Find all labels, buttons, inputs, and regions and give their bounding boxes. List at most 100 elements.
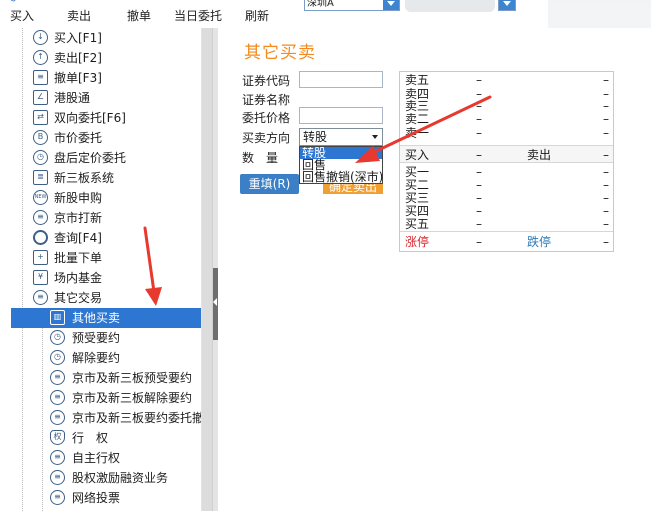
after-hours-icon: ◷ [33,150,48,165]
account-select[interactable] [498,0,516,11]
cancel-order-icon: ≡ [33,70,48,85]
sidebar-item-label: 撤单[F3] [54,71,102,85]
price-input[interactable] [299,107,383,124]
market-select-value: 深圳A [307,0,334,9]
direction-dropdown: 转股 回售 回售撤销(深市) [299,146,383,184]
sidebar-item-hk-connect[interactable]: ∠ 港股通 [30,88,201,108]
sidebar-item-other-trade[interactable]: ≡ 其它交易 [30,288,201,308]
sidebar-item-label: 市价委托 [54,131,103,145]
quote-volume: – [603,73,609,87]
refresh-button[interactable]: 刷新 [245,7,269,24]
quote-price: – [476,178,482,192]
name-label: 证券名称 [242,93,291,107]
quote-label: 卖五 [405,73,430,87]
neeq-icon: ≣ [33,170,48,185]
quote-volume: – [603,165,609,179]
sidebar-item-query[interactable]: 查询[F4] [30,228,201,248]
buy-value: – [476,148,482,162]
sidebar-item-online-voting[interactable]: ≡ 网络投票 [50,488,201,508]
market-select[interactable]: 深圳A [304,0,400,11]
other-trade-icon: ≡ [33,290,48,305]
sidebar-item-label: 股权激励融资业务 [72,471,169,485]
code-label: 证券代码 [242,74,291,88]
quote-row-sell2: 卖二 – – [400,113,613,125]
clock-icon: ◷ [50,350,65,365]
limit-down-label: 跌停 [527,235,552,249]
sidebar-item-label: 批量下单 [54,251,103,265]
sidebar-item-label: 网络投票 [72,491,121,505]
sidebar-item-label: 卖出[F2] [54,51,102,65]
quote-row-sell1: 卖一 – – [400,127,613,139]
sidebar-item-neeq[interactable]: ≣ 新三板系统 [30,168,201,188]
list-icon: ≡ [50,470,65,485]
sidebar-item-sell[interactable]: ↑ 卖出[F2] [30,48,201,68]
fund-icon: ¥ [33,270,48,285]
sidebar-item-market-order[interactable]: B 市价委托 [30,128,201,148]
quote-price: – [476,204,482,218]
sidebar-item-fund[interactable]: ¥ 场内基金 [30,268,201,288]
sidebar-item-beijing-ipo[interactable]: ≡ 京市打新 [30,208,201,228]
sidebar-item-bj-tender-offer[interactable]: ≡ 京市及新三板预受要约 [50,368,201,388]
quote-volume: – [603,99,609,113]
sidebar-item-batch-order[interactable]: + 批量下单 [30,248,201,268]
quote-row-sell4: 卖四 – – [400,88,613,100]
code-input[interactable] [299,71,383,88]
direction-select-value: 转股 [303,130,328,144]
sidebar-item-label: 京市及新三板解除要约 [72,391,193,405]
chevron-down-icon [383,0,399,10]
direction-select[interactable]: 转股 [299,128,383,146]
sidebar-item-label: 新股申购 [54,191,103,205]
sidebar-item-label: 京市及新三板预受要约 [72,371,193,385]
sell-header: 卖出 [527,148,552,162]
sidebar-item-tender-offer[interactable]: ◷ 预受要约 [50,328,201,348]
sidebar-item-label: 买入[F1] [54,31,102,45]
buy-button[interactable]: 买入 [10,7,34,24]
sidebar-item-bj-cancel-offer[interactable]: ≡ 京市及新三板解除要约 [50,388,201,408]
quote-label: 卖三 [405,99,430,113]
sidebar-item-cancel[interactable]: ≡ 撤单[F3] [30,68,201,88]
buy-icon: ↓ [33,30,48,45]
sidebar-item-label: 解除要约 [72,351,121,365]
quote-volume: – [603,112,609,126]
sidebar-item-exercise[interactable]: 权 行 权 [50,428,201,448]
quote-row-buy2: 买二 – – [400,179,613,191]
today-orders-button[interactable]: 当日委托 [174,7,222,24]
sidebar-item-other-buy-sell[interactable]: ▥ 其他买卖 [11,308,201,328]
sidebar-item-after-hours[interactable]: ◷ 盘后定价委托 [30,148,201,168]
sidebar-item-label: 行 权 [72,431,109,445]
quote-volume: – [603,178,609,192]
sidebar-item-buy[interactable]: ↓ 买入[F1] [30,28,201,48]
limit-up-value: – [476,235,482,249]
sidebar-item-label: 场内基金 [54,271,103,285]
buy-header: 买入 [405,148,430,162]
list-icon: ≡ [50,410,65,425]
quote-price: – [476,112,482,126]
sell-icon: ↑ [33,50,48,65]
sidebar-item-cancel-offer[interactable]: ◷ 解除要约 [50,348,201,368]
sell-button[interactable]: 卖出 [67,7,91,24]
sidebar-item-equity-incentive[interactable]: ≡ 股权激励融资业务 [50,468,201,488]
sidebar-item-label: 京市及新三板要约委托撤 [72,411,201,425]
sidebar-item-ipo[interactable]: NEW 新股申购 [30,188,201,208]
price-label: 委托价格 [242,111,291,125]
quote-row-sell5: 卖五 – – [400,74,613,86]
quote-buy-sell-header: 买入 – 卖出 – [400,145,613,163]
quote-label: 卖一 [405,126,430,140]
sidebar-item-bj-offer-order-cancel[interactable]: ≡ 京市及新三板要约委托撤 [50,408,201,428]
sidebar-item-label: 查询[F4] [54,231,102,245]
sidebar-item-two-way-order[interactable]: ⇄ 双向委托[F6] [30,108,201,128]
quote-row-buy3: 买三 – – [400,192,613,204]
scrollbar-thumb[interactable] [202,28,212,511]
quote-row-buy4: 买四 – – [400,205,613,217]
reset-button[interactable]: 重填(R) [240,174,299,194]
list-icon: ≡ [50,450,65,465]
sidebar-item-self-exercise[interactable]: ≡ 自主行权 [50,448,201,468]
sell-value: – [603,148,609,162]
sidebar-item-label: 双向委托[F6] [54,111,126,125]
option-putback-cancel[interactable]: 回售撤销(深市) [300,171,382,183]
cancel-button[interactable]: 撤单 [127,7,151,24]
quote-volume: – [603,217,609,231]
sidebar-item-label: 其他买卖 [72,311,121,325]
batch-order-icon: + [33,250,48,265]
main-panel: 其它买卖 证券代码 证券名称 委托价格 买卖方向 转股 数 量 转股 回售 回售… [218,28,651,511]
